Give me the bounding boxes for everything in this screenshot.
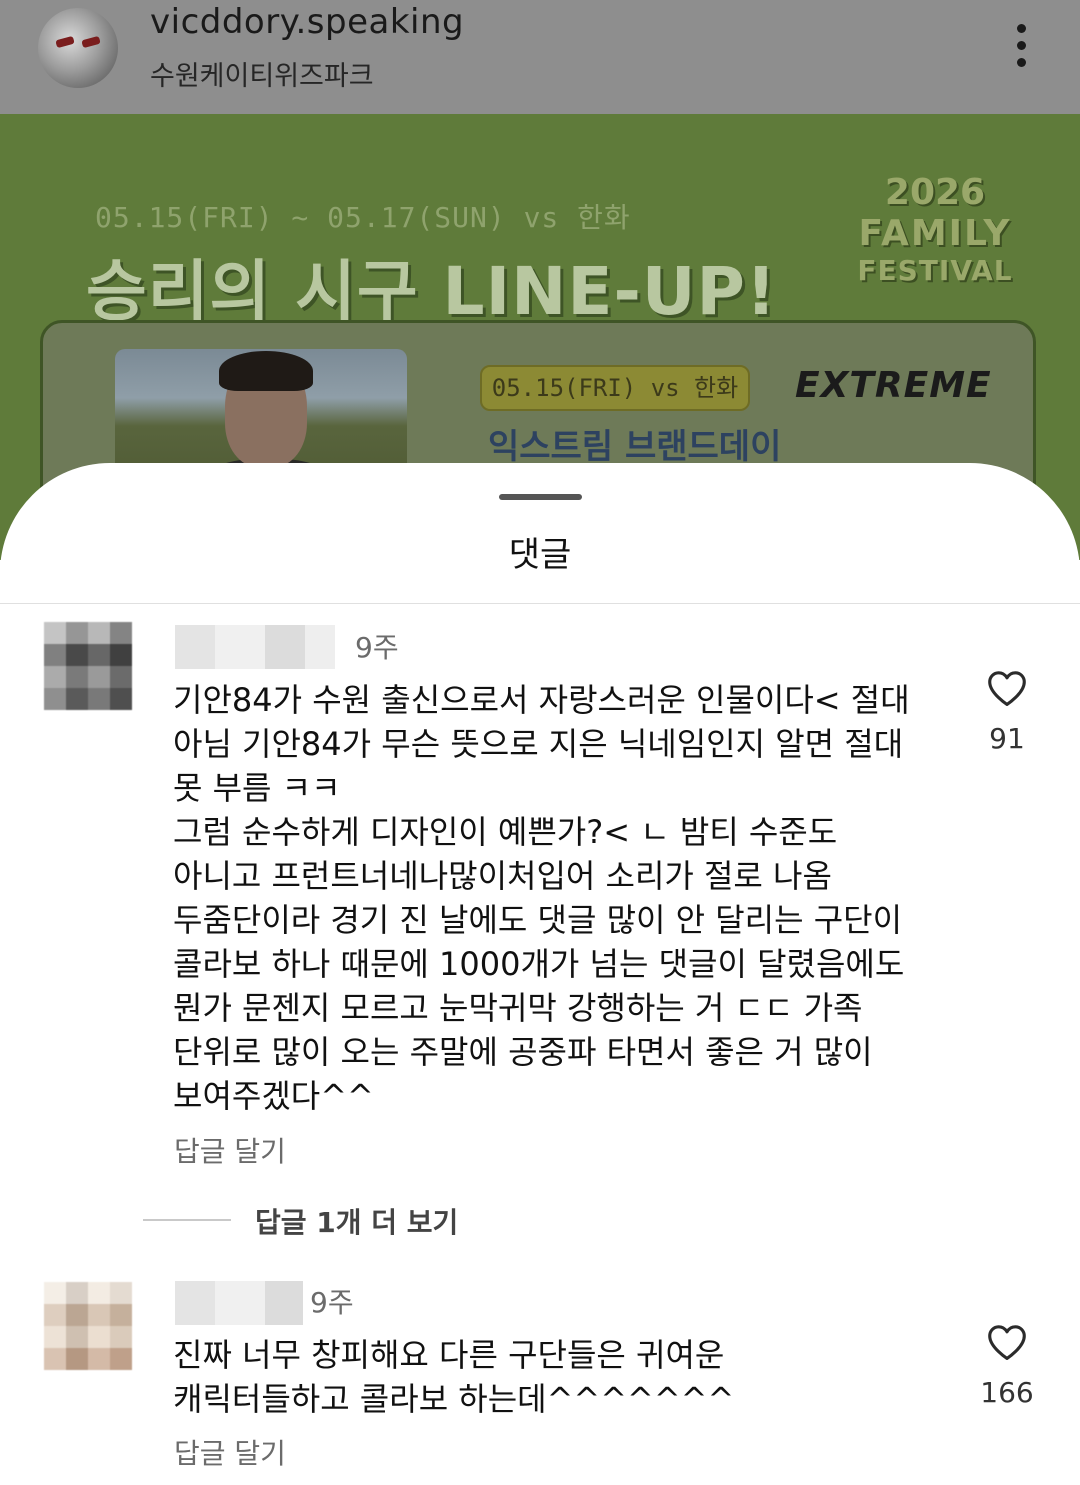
comment-time: 9주 [310, 1286, 354, 1319]
drag-handle[interactable] [499, 494, 582, 500]
commenter-name-blurred[interactable] [175, 1281, 303, 1325]
post-header: vicddory.speaking 수원케이티위즈파크 [0, 0, 1080, 114]
reply-button[interactable]: 답글 달기 [174, 1432, 286, 1472]
banner-date-range: 05.15(FRI) ~ 05.17(SUN) vs 한화 [95, 201, 631, 234]
comment-time: 9주 [355, 631, 399, 664]
logo-line2: FESTIVAL [857, 254, 1013, 287]
comment-text: 진짜 너무 창피해요 다른 구단들은 귀여운 캐릭터들하고 콜라보 하는데^^^… [173, 1336, 735, 1418]
comment-text: 기안84가 수원 출신으로서 자랑스러운 인물이다< 절대 아님 기안84가 무… [173, 681, 910, 1115]
profile-avatar[interactable] [38, 8, 118, 88]
commenter-name-blurred[interactable] [175, 625, 335, 669]
sheet-title: 댓글 [508, 535, 572, 575]
game-date-badge: 05.15(FRI) vs 한화 [480, 365, 750, 411]
like-count: 91 [989, 722, 1025, 755]
avatar-detail [55, 35, 75, 49]
heart-icon[interactable] [986, 1323, 1028, 1361]
reply-button[interactable]: 답글 달기 [174, 1130, 286, 1170]
commenter-avatar[interactable] [44, 1282, 132, 1370]
post-username[interactable]: vicddory.speaking [150, 2, 464, 42]
commenter-avatar[interactable] [44, 622, 132, 710]
logo-line1: FAMILY [858, 213, 1012, 254]
post-location[interactable]: 수원케이티위즈파크 [150, 54, 374, 93]
brand-day-title: 익스트림 브랜드데이 [488, 427, 782, 467]
sponsor-logo: EXTREME [795, 365, 992, 406]
avatar-detail [81, 35, 101, 49]
divider [0, 603, 1080, 604]
heart-icon[interactable] [986, 669, 1028, 707]
view-more-replies-label[interactable]: 답글 1개 더 보기 [255, 1201, 458, 1241]
like-count: 166 [980, 1376, 1034, 1409]
reply-thread-line [143, 1219, 231, 1221]
logo-year: 2026 [884, 172, 986, 213]
more-vertical-icon[interactable] [1010, 24, 1034, 68]
festival-logo: 2026 FAMILY FESTIVAL [840, 172, 1030, 292]
